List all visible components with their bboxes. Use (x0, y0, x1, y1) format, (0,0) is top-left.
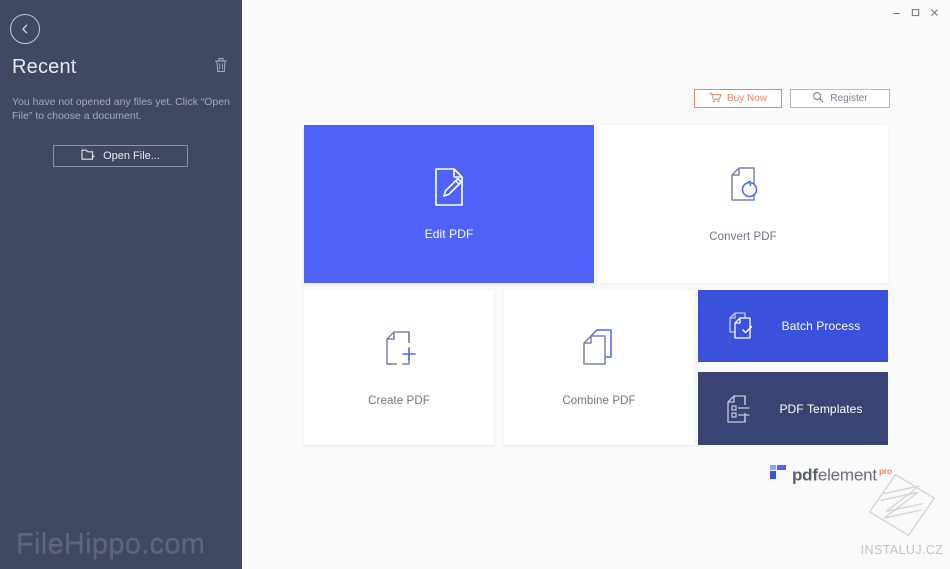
account-toolbar: Buy Now Register (694, 89, 890, 108)
close-icon (931, 8, 938, 16)
brand-bold: pdf (792, 465, 818, 485)
tile-convert-pdf-label: Convert PDF (709, 231, 777, 243)
instaluj-logo-icon (865, 470, 939, 545)
tile-pdf-templates[interactable]: PDF Templates (698, 372, 888, 445)
trash-icon (214, 57, 228, 78)
pdfelement-mark-icon (770, 464, 786, 485)
register-button[interactable]: Register (790, 89, 890, 108)
tile-pdf-templates-label: PDF Templates (779, 401, 863, 416)
sidebar: Recent You have not opened any files yet… (0, 0, 242, 569)
tile-combine-pdf[interactable]: Combine PDF (504, 290, 694, 445)
back-button[interactable] (10, 14, 40, 44)
documents-check-icon (726, 310, 756, 342)
filehippo-watermark: FileHippo.com (16, 528, 206, 560)
tile-batch-process-label: Batch Process (781, 319, 861, 333)
open-file-button[interactable]: Open File... (53, 145, 188, 167)
tile-convert-pdf[interactable]: Convert PDF (598, 125, 888, 283)
empty-state-text: You have not opened any files yet. Click… (12, 96, 230, 122)
document-list-icon (723, 393, 753, 425)
recent-header: Recent (12, 56, 230, 79)
document-refresh-icon (723, 165, 763, 207)
window-controls (887, 2, 944, 22)
page-title: Recent (12, 56, 77, 78)
buy-now-button[interactable]: Buy Now (694, 89, 782, 108)
tile-batch-process[interactable]: Batch Process (698, 290, 888, 362)
instaluj-watermark-text: INSTALUJ.CZ (860, 543, 944, 557)
maximize-button[interactable] (906, 3, 925, 21)
register-label: Register (830, 93, 868, 104)
tile-combine-pdf-label: Combine PDF (562, 394, 636, 407)
cart-icon (709, 92, 722, 106)
document-edit-icon (428, 167, 470, 211)
tile-create-pdf-label: Create PDF (368, 394, 430, 407)
clear-recent-button[interactable] (212, 58, 230, 78)
open-file-label: Open File... (103, 150, 160, 162)
search-icon (812, 91, 824, 106)
tile-edit-pdf-label: Edit PDF (424, 227, 474, 241)
instaluj-watermark: INSTALUJ.CZ (852, 470, 950, 557)
close-button[interactable] (925, 3, 944, 21)
folder-add-icon (81, 148, 96, 164)
buy-now-label: Buy Now (726, 93, 767, 104)
main-panel: Buy Now Register Edit PDF Convert PDF Cr… (242, 0, 950, 569)
minimize-button[interactable] (887, 3, 906, 21)
document-plus-icon (379, 329, 419, 369)
maximize-icon (911, 8, 920, 16)
tile-create-pdf[interactable]: Create PDF (304, 290, 494, 445)
tile-edit-pdf[interactable]: Edit PDF (304, 125, 594, 283)
documents-stack-icon (578, 328, 620, 369)
app-window: Recent You have not opened any files yet… (0, 0, 950, 569)
minimize-icon (893, 12, 900, 14)
chevron-left-icon (18, 22, 32, 36)
